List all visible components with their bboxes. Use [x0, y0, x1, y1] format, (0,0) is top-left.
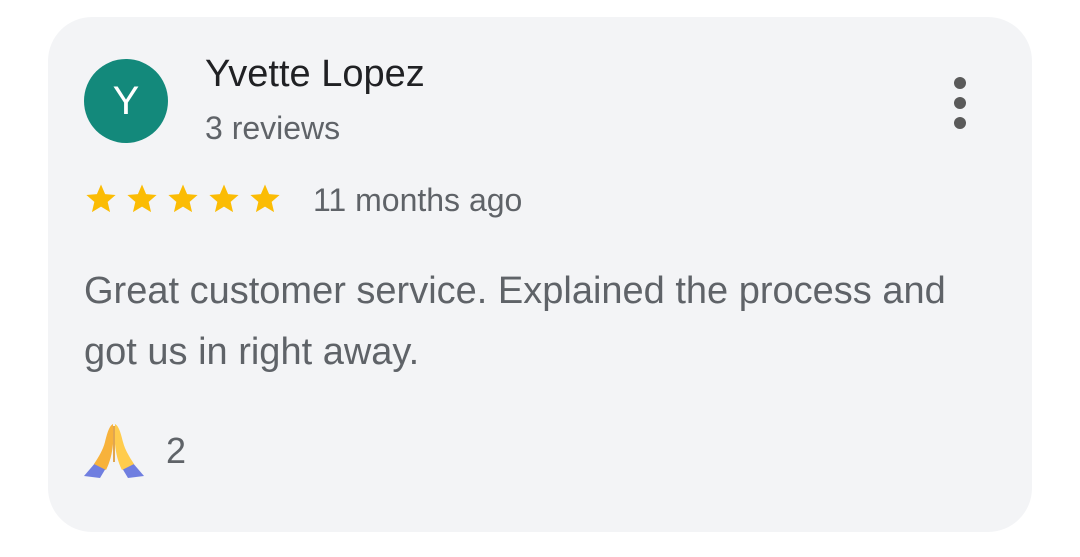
avatar[interactable]: Y: [84, 59, 168, 143]
star-icon: [86, 184, 116, 213]
star-rating: [84, 182, 289, 218]
folded-hands-icon: [82, 422, 146, 480]
review-card: Y Yvette Lopez 3 reviews 11 months ago G…: [48, 17, 1032, 532]
star-icon: [127, 184, 157, 213]
reaction-button[interactable]: 2: [82, 421, 186, 481]
more-options-button[interactable]: [938, 73, 982, 133]
avatar-letter: Y: [112, 79, 140, 123]
reviewer-name[interactable]: Yvette Lopez: [205, 53, 425, 96]
star-icon: [209, 184, 239, 213]
star-icon: [168, 184, 198, 213]
review-time: 11 months ago: [313, 182, 523, 218]
reaction-count: 2: [166, 430, 187, 471]
star-icon: [250, 184, 280, 213]
reviewer-review-count: 3 reviews: [205, 110, 341, 146]
review-text: Great customer service. Explained the pr…: [84, 270, 946, 373]
